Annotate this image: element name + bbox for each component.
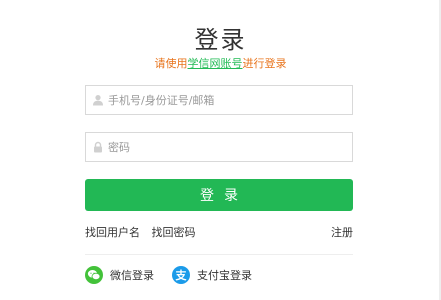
- login-button[interactable]: 登录: [85, 179, 353, 211]
- login-subtitle: 请使用学信网账号进行登录: [0, 55, 441, 71]
- account-links: 找回用户名 找回密码 注册: [85, 224, 353, 240]
- chsi-account-link[interactable]: 学信网账号: [188, 57, 243, 70]
- alipay-login-button[interactable]: 支 支付宝登录: [172, 266, 252, 284]
- password-input[interactable]: [108, 140, 338, 154]
- alipay-icon: 支: [172, 266, 190, 284]
- subtitle-prefix: 请使用: [154, 57, 188, 70]
- lock-icon: [94, 141, 102, 153]
- subtitle-suffix: 进行登录: [242, 57, 287, 70]
- wechat-login-button[interactable]: 微信登录: [85, 266, 154, 284]
- user-icon: [93, 95, 103, 106]
- wechat-icon: [85, 266, 103, 284]
- third-party-login: 微信登录 支 支付宝登录: [85, 266, 252, 284]
- page-title: 登录: [194, 26, 247, 54]
- username-input[interactable]: [108, 93, 338, 107]
- password-field[interactable]: [85, 132, 353, 162]
- wechat-login-label: 微信登录: [110, 269, 154, 282]
- divider: [85, 254, 353, 255]
- alipay-login-label: 支付宝登录: [197, 269, 252, 282]
- username-field[interactable]: [85, 85, 353, 115]
- register-link[interactable]: 注册: [331, 224, 353, 240]
- find-username-link[interactable]: 找回用户名: [85, 226, 140, 239]
- find-password-link[interactable]: 找回密码: [152, 226, 196, 239]
